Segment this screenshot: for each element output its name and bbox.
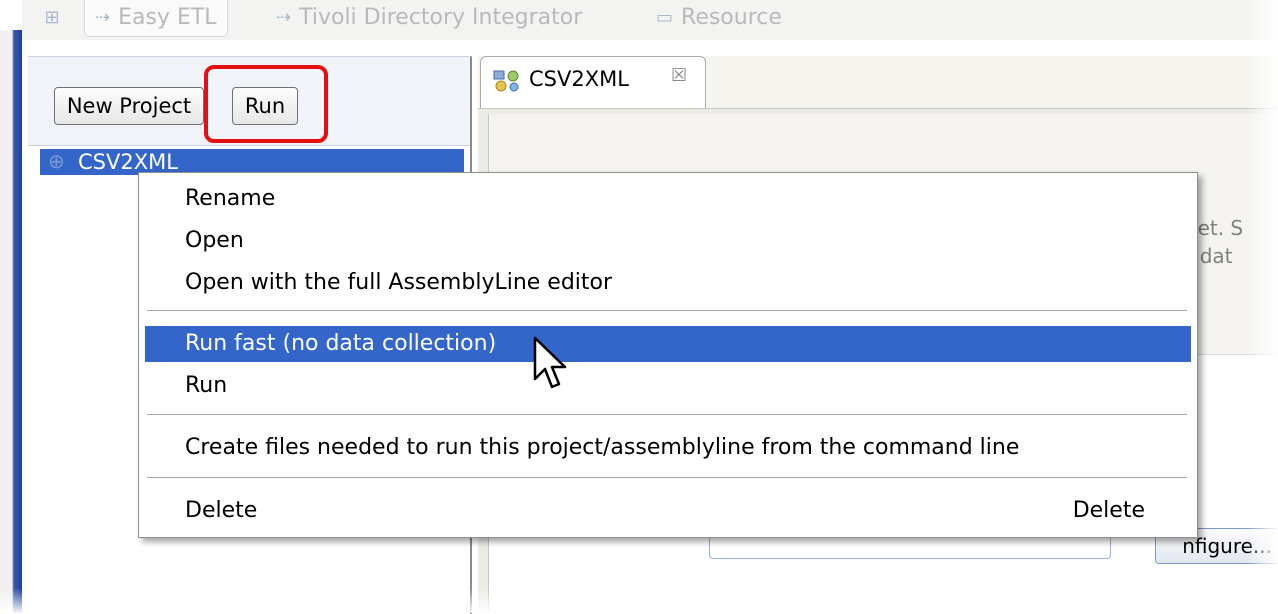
menu-item-rename[interactable]: Rename bbox=[145, 181, 1191, 217]
connector-icon: ⇢ bbox=[95, 7, 111, 28]
menu-item-run[interactable]: Run bbox=[145, 368, 1191, 404]
highlight-box bbox=[204, 65, 328, 143]
context-menu: Rename Open Open with the full AssemblyL… bbox=[138, 172, 1198, 538]
menu-item-open[interactable]: Open bbox=[145, 223, 1191, 259]
menu-item-label: Rename bbox=[185, 186, 276, 211]
perspective-label: Easy ETL bbox=[118, 5, 217, 30]
menu-item-delete[interactable]: Delete Delete bbox=[145, 493, 1191, 529]
tab-csv2xml[interactable]: CSV2XML ☒ bbox=[480, 56, 706, 108]
menu-item-label: Open with the full AssemblyLine editor bbox=[185, 270, 613, 295]
tab-title: CSV2XML bbox=[529, 67, 629, 91]
assemblyline-icon: ⊕ bbox=[48, 149, 65, 173]
mouse-pointer-icon bbox=[533, 336, 567, 389]
connector-icon: ⇢ bbox=[276, 7, 292, 28]
navigator-toolbar: New Project Run bbox=[28, 57, 470, 146]
perspective-label: Resource bbox=[681, 5, 782, 30]
open-perspective-button[interactable]: ⊞ bbox=[34, 0, 70, 36]
menu-separator bbox=[147, 310, 1187, 312]
folder-icon: ▭ bbox=[656, 7, 674, 28]
menu-item-label: Create files needed to run this project/… bbox=[185, 435, 1020, 460]
menu-item-open-full-editor[interactable]: Open with the full AssemblyLine editor bbox=[145, 265, 1191, 301]
menu-item-label: Run bbox=[185, 373, 228, 398]
close-icon[interactable]: ☒ bbox=[671, 65, 687, 86]
new-project-button[interactable]: New Project bbox=[54, 87, 204, 125]
grid-icon: ⊞ bbox=[44, 7, 60, 28]
menu-item-create-files[interactable]: Create files needed to run this project/… bbox=[145, 430, 1191, 466]
menu-item-label: Delete bbox=[185, 498, 258, 523]
perspective-easy-etl[interactable]: ⇢ Easy ETL bbox=[84, 0, 228, 37]
editor-tabbar: CSV2XML ☒ bbox=[478, 56, 1278, 109]
menu-item-label: Open bbox=[185, 228, 244, 253]
menu-separator bbox=[147, 414, 1187, 416]
perspective-resource[interactable]: ▭ Resource bbox=[656, 0, 782, 36]
perspective-tdi[interactable]: ⇢ Tivoli Directory Integrator bbox=[276, 0, 582, 36]
perspective-label: Tivoli Directory Integrator bbox=[299, 5, 583, 30]
menu-separator bbox=[147, 477, 1187, 479]
menu-item-run-fast[interactable]: Run fast (no data collection) bbox=[145, 326, 1191, 362]
menu-item-shortcut: Delete bbox=[1072, 498, 1145, 523]
menu-item-label: Run fast (no data collection) bbox=[185, 331, 497, 356]
window-edge bbox=[0, 30, 22, 613]
assemblyline-editor-icon bbox=[493, 70, 519, 92]
